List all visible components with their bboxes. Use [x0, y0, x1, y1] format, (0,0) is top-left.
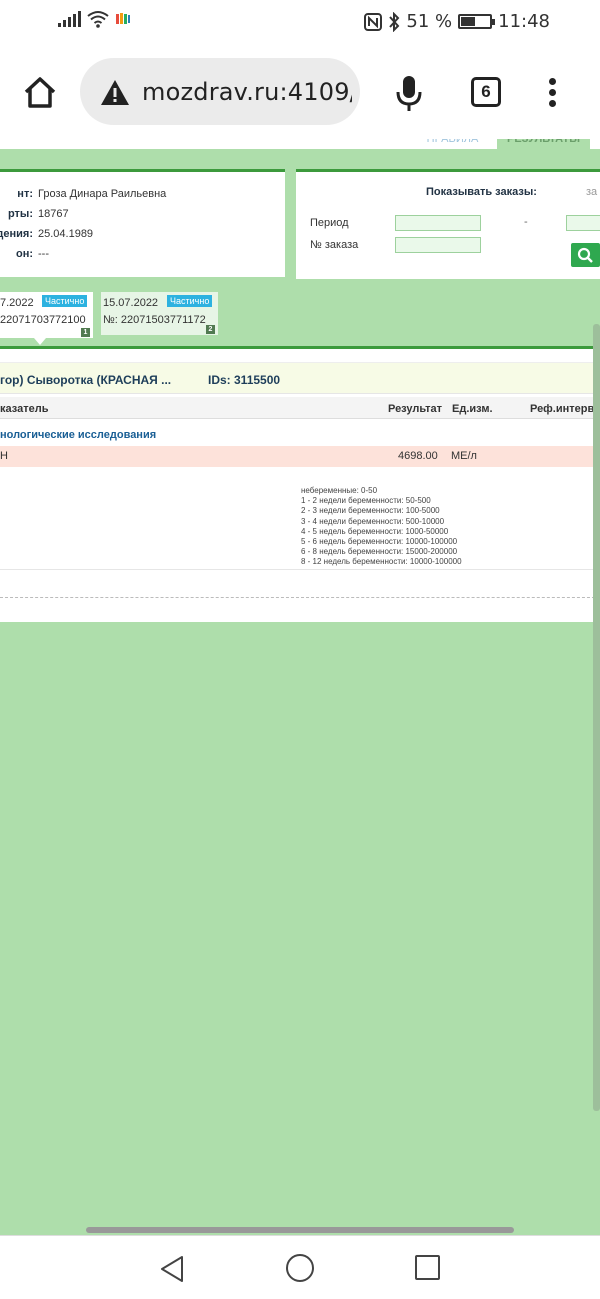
url-text[interactable]: mozdrav.ru:4109/ — [142, 78, 352, 106]
ref-line: небеременные: 0-50 — [301, 486, 378, 495]
tab-results[interactable]: РЕЗУЛЬТАТЫ — [497, 139, 590, 149]
search-icon — [577, 247, 593, 263]
search-button[interactable] — [571, 243, 600, 267]
battery-icon — [458, 14, 496, 29]
ref-line: 2 - 3 недели беременности: 100-5000 — [301, 506, 440, 516]
back-icon[interactable] — [158, 1254, 186, 1284]
column-indicator: казатель — [0, 403, 49, 415]
row-result: 4698.00 — [398, 450, 438, 462]
order-index: 2 — [206, 325, 215, 334]
table-row[interactable]: Н 4698.00 МЕ/л — [0, 446, 600, 467]
patient-value: 18767 — [38, 208, 69, 220]
ref-line: 1 - 2 недели беременности: 50-500 — [301, 496, 431, 506]
period-dash: - — [524, 216, 528, 228]
ref-line: 5 - 6 недель беременности: 10000-100000 — [301, 537, 458, 547]
row-divider — [0, 569, 600, 570]
results-ids: IDs: 3115500 — [208, 373, 281, 387]
reference-intervals: небеременные: 0-50 1 - 2 недели беременн… — [301, 486, 462, 568]
order-number-label: № заказа — [310, 239, 359, 251]
warning-icon[interactable] — [100, 78, 130, 106]
filter-extra: за — [586, 186, 598, 198]
tab-rules[interactable]: ПРАВИЛА — [410, 139, 495, 149]
battery-percent: 51 % — [406, 11, 453, 32]
app-notification-icon — [116, 13, 130, 24]
order-status-badge: Частично — [42, 295, 88, 307]
order-card[interactable]: 15.07.2022 Частично №: 22071503771172 2 — [101, 292, 218, 335]
horizontal-scrollbar[interactable] — [86, 1227, 514, 1233]
status-bar: 51 % 11:48 — [0, 0, 600, 44]
patient-row-birthdate: дения: 25.04.1989 — [0, 228, 285, 244]
patient-card: нт: Гроза Динара Раильевна рты: 18767 де… — [0, 169, 285, 277]
signal-icon — [58, 11, 81, 27]
ref-line: 4 - 5 недель беременности: 1000-50000 — [301, 526, 449, 536]
tabs-button[interactable]: 6 — [471, 77, 501, 107]
system-navigation-bar — [0, 1235, 600, 1299]
clock: 11:48 — [498, 11, 550, 32]
results-header: гор) Сыворотка (КРАСНАЯ ... IDs: 3115500 — [0, 362, 600, 394]
ref-line: 8 - 12 недель беременности: 10000-100000 — [301, 557, 462, 567]
column-unit: Ед.изм. — [452, 403, 493, 415]
web-page: ПРАВИЛА РЕЗУЛЬТАТЫ нт: Гроза Динара Раил… — [0, 139, 600, 1235]
patient-value: Гроза Динара Раильевна — [38, 188, 167, 200]
period-from-input[interactable] — [395, 215, 481, 231]
patient-label: дения: — [0, 228, 33, 240]
row-unit: МЕ/л — [451, 450, 477, 462]
patient-label: рты: — [7, 208, 33, 220]
home-icon[interactable] — [22, 74, 58, 110]
patient-row-card: рты: 18767 — [0, 208, 285, 224]
order-date: 7.2022 — [0, 297, 34, 309]
recent-apps-icon[interactable] — [415, 1255, 440, 1280]
patient-value: --- — [38, 248, 49, 260]
order-index: 1 — [81, 328, 90, 337]
filter-title: Показывать заказы: — [426, 186, 537, 198]
results-title: гор) Сыворотка (КРАСНАЯ ... — [0, 373, 172, 387]
row-divider — [0, 597, 600, 598]
patient-label: нт: — [17, 188, 33, 200]
period-to-input[interactable] — [566, 215, 600, 231]
bluetooth-icon — [389, 11, 400, 32]
ref-line: 6 - 8 недель беременности: 15000-200000 — [301, 547, 458, 557]
order-card[interactable]: 7.2022 Частично 22071703772100 1 — [0, 292, 93, 338]
column-result: Результат — [388, 403, 443, 415]
order-status-badge: Частично — [167, 295, 213, 307]
patient-value: 25.04.1989 — [38, 228, 94, 240]
patient-label: он: — [15, 248, 33, 260]
patient-row-phone: он: --- — [0, 248, 285, 264]
status-left — [58, 10, 131, 28]
period-label: Период — [310, 217, 349, 229]
row-indicator: Н — [0, 450, 8, 462]
wifi-icon — [87, 11, 109, 28]
menu-icon[interactable] — [549, 78, 557, 108]
results-panel: гор) Сыворотка (КРАСНАЯ ... IDs: 3115500… — [0, 349, 600, 622]
order-number: 22071703772100 — [0, 314, 86, 326]
table-header — [0, 397, 600, 419]
home-circle-icon[interactable] — [286, 1254, 314, 1282]
status-right: 51 % 11:48 — [364, 11, 550, 32]
nfc-icon — [364, 12, 383, 31]
column-ref-interval: Реф.интервал — [530, 403, 600, 415]
order-date: 15.07.2022 — [103, 297, 159, 309]
order-number: №: 22071503771172 — [103, 314, 206, 326]
vertical-scrollbar[interactable] — [593, 324, 600, 1111]
order-filter-card: Показывать заказы: за Период - № заказа — [296, 169, 600, 279]
address-bar[interactable]: mozdrav.ru:4109/ — [80, 58, 360, 125]
test-group-title: нологические исследования — [0, 429, 157, 441]
selected-order-caret-icon — [34, 338, 46, 345]
microphone-icon[interactable] — [395, 74, 423, 112]
patient-row-name: нт: Гроза Динара Раильевна — [0, 188, 285, 204]
ref-line: 3 - 4 недели беременности: 500-10000 — [301, 516, 445, 526]
order-number-input[interactable] — [395, 237, 481, 253]
browser-toolbar: mozdrav.ru:4109/ 6 — [0, 44, 600, 139]
